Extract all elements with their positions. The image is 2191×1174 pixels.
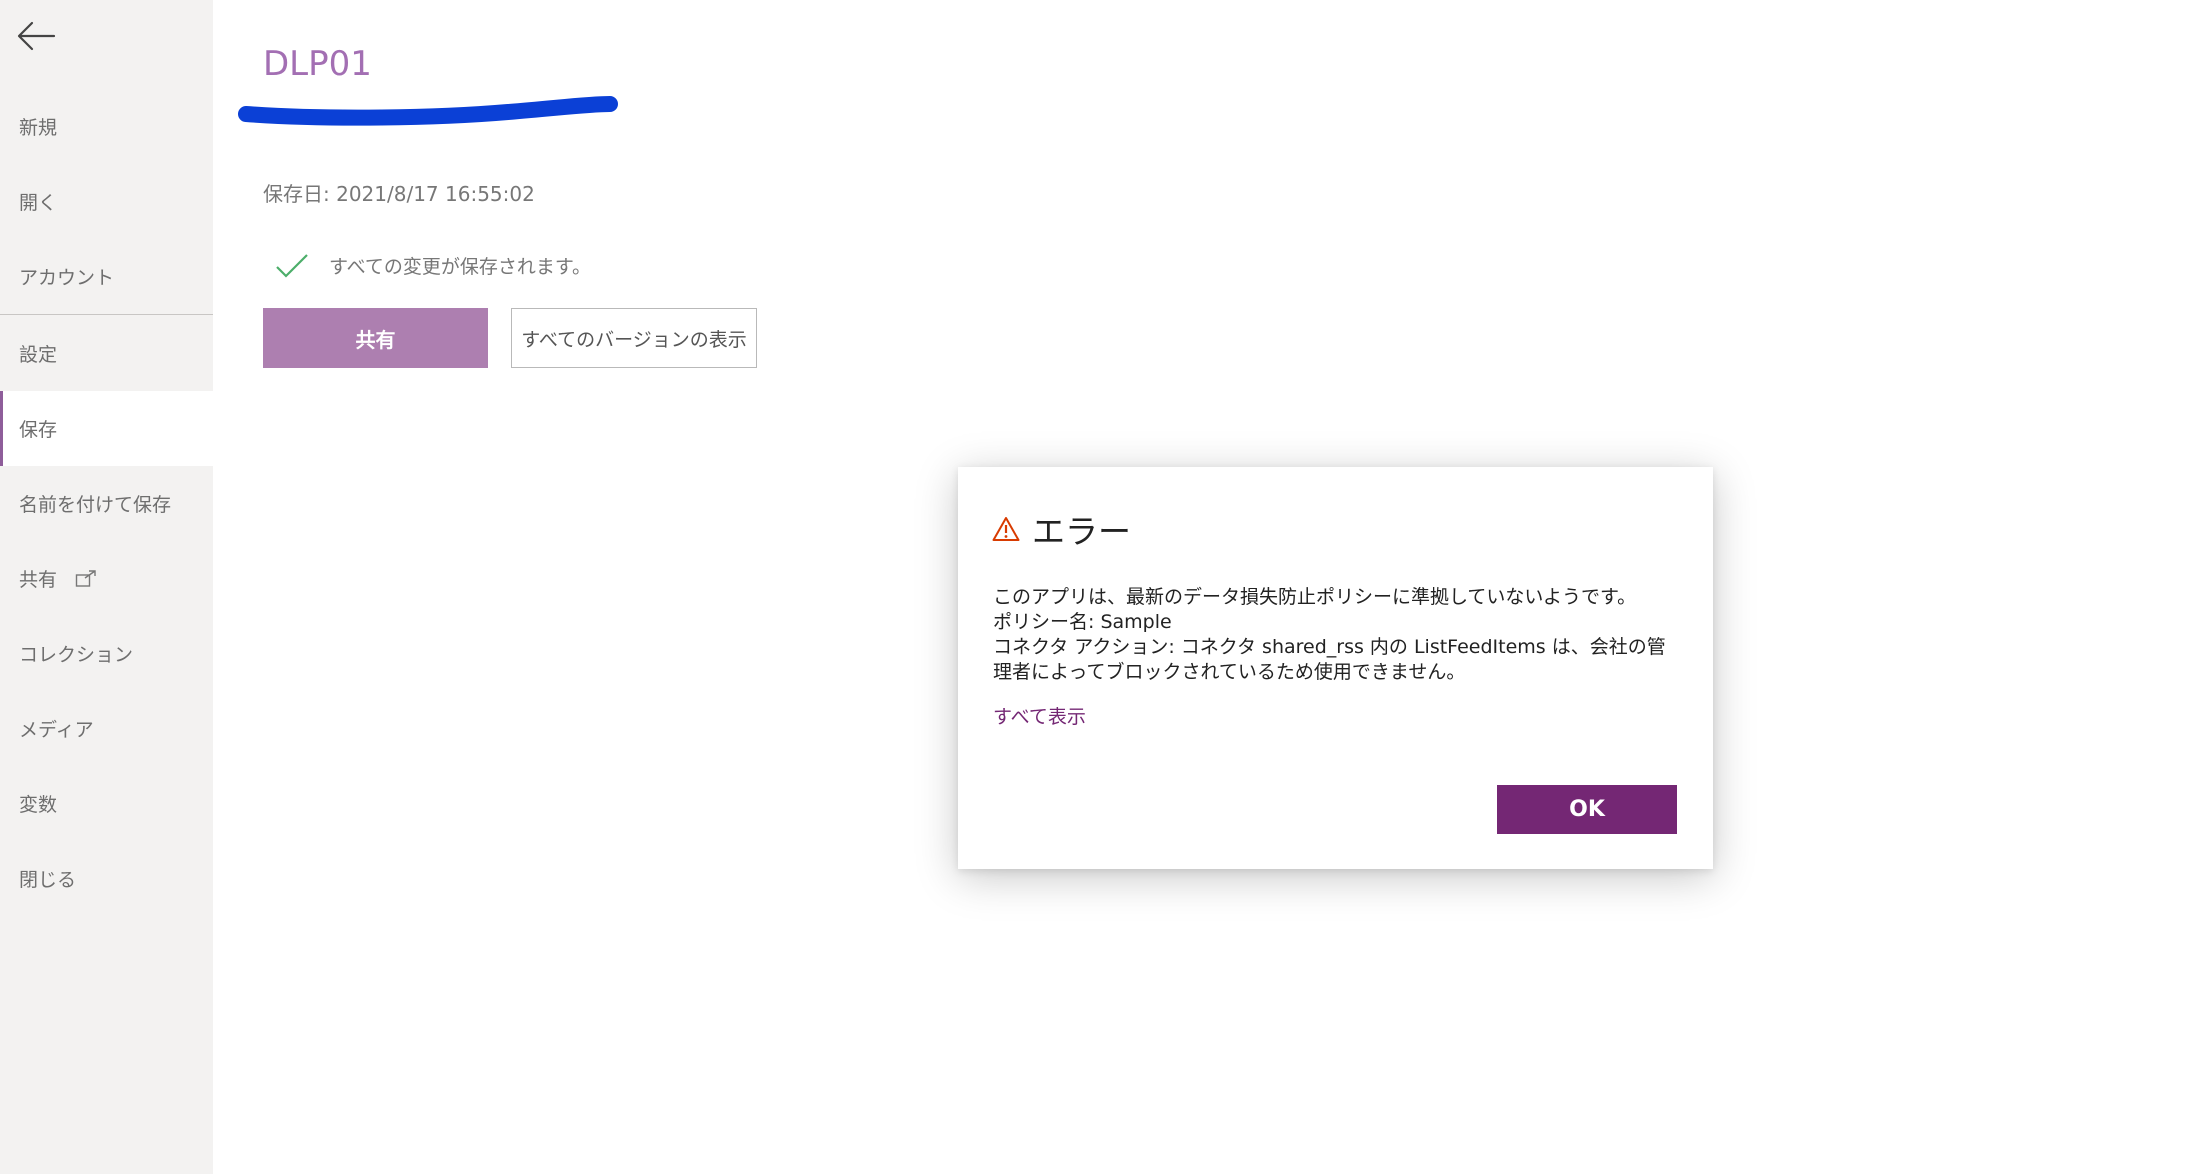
sidebar-item-label: 保存 [19, 419, 58, 441]
warning-icon [992, 516, 1020, 542]
sidebar-item-label: 新規 [19, 117, 58, 139]
sidebar-item-collections[interactable]: コレクション [0, 616, 213, 691]
sidebar-item-share[interactable]: 共有 [0, 541, 213, 616]
saved-date: 保存日: 2021/8/17 16:55:02 [263, 182, 535, 206]
sidebar-divider [0, 314, 213, 315]
save-status-text: すべての変更が保存されます。 [329, 256, 592, 278]
sidebar-item-account[interactable]: アカウント [0, 239, 213, 314]
backstage-sidebar: 新規 開く アカウント 設定 保存 名前を付けて保存 共有 コレクション メディ… [0, 0, 213, 1174]
show-all-versions-button[interactable]: すべてのバージョンの表示 [511, 308, 757, 368]
policy-name: ポリシー名: Sample [993, 611, 1172, 633]
error-dialog: エラー このアプリは、最新のデータ損失防止ポリシーに準拠していないようです。 ポ… [958, 467, 1713, 869]
dialog-message: このアプリは、最新のデータ損失防止ポリシーに準拠していないようです。 ポリシー名… [993, 585, 1683, 685]
sidebar-item-new[interactable]: 新規 [0, 89, 213, 164]
sidebar-item-label: コレクション [19, 644, 134, 666]
sidebar-item-media[interactable]: メディア [0, 691, 213, 766]
redaction-scribble [238, 96, 618, 126]
share-button[interactable]: 共有 [263, 308, 488, 368]
dialog-title: エラー [1032, 512, 1131, 551]
sidebar-item-open[interactable]: 開く [0, 164, 213, 239]
ok-button[interactable]: OK [1497, 785, 1677, 834]
dialog-message-line: このアプリは、最新のデータ損失防止ポリシーに準拠していないようです。 [993, 586, 1637, 608]
sidebar-item-variables[interactable]: 変数 [0, 766, 213, 841]
sidebar-item-label: 開く [19, 192, 58, 214]
show-all-link[interactable]: すべて表示 [993, 702, 1086, 729]
sidebar-item-close[interactable]: 閉じる [0, 841, 213, 916]
sidebar-item-label: 変数 [19, 794, 58, 816]
back-button[interactable] [14, 16, 58, 56]
sidebar-item-label: 閉じる [19, 869, 77, 891]
sidebar-item-save-as[interactable]: 名前を付けて保存 [0, 466, 213, 541]
connector-action-message: コネクタ アクション: コネクタ shared_rss 内の ListFeedI… [993, 636, 1666, 683]
back-arrow-icon [17, 21, 56, 51]
external-share-icon [75, 569, 97, 588]
sidebar-item-save[interactable]: 保存 [0, 391, 213, 466]
save-page: 新規 開く アカウント 設定 保存 名前を付けて保存 共有 コレクション メディ… [0, 0, 2191, 1174]
dialog-header: エラー [992, 505, 1131, 553]
app-title: DLP01 [263, 44, 372, 84]
sidebar-item-label: 共有 [19, 569, 58, 591]
sidebar-item-label: 設定 [19, 344, 58, 366]
sidebar-item-label: メディア [19, 719, 94, 741]
check-icon [275, 253, 309, 279]
sidebar-item-label: アカウント [19, 267, 115, 289]
save-status: すべての変更が保存されます。 [275, 252, 591, 279]
sidebar-item-settings[interactable]: 設定 [0, 316, 213, 391]
sidebar-item-label: 名前を付けて保存 [19, 494, 172, 516]
